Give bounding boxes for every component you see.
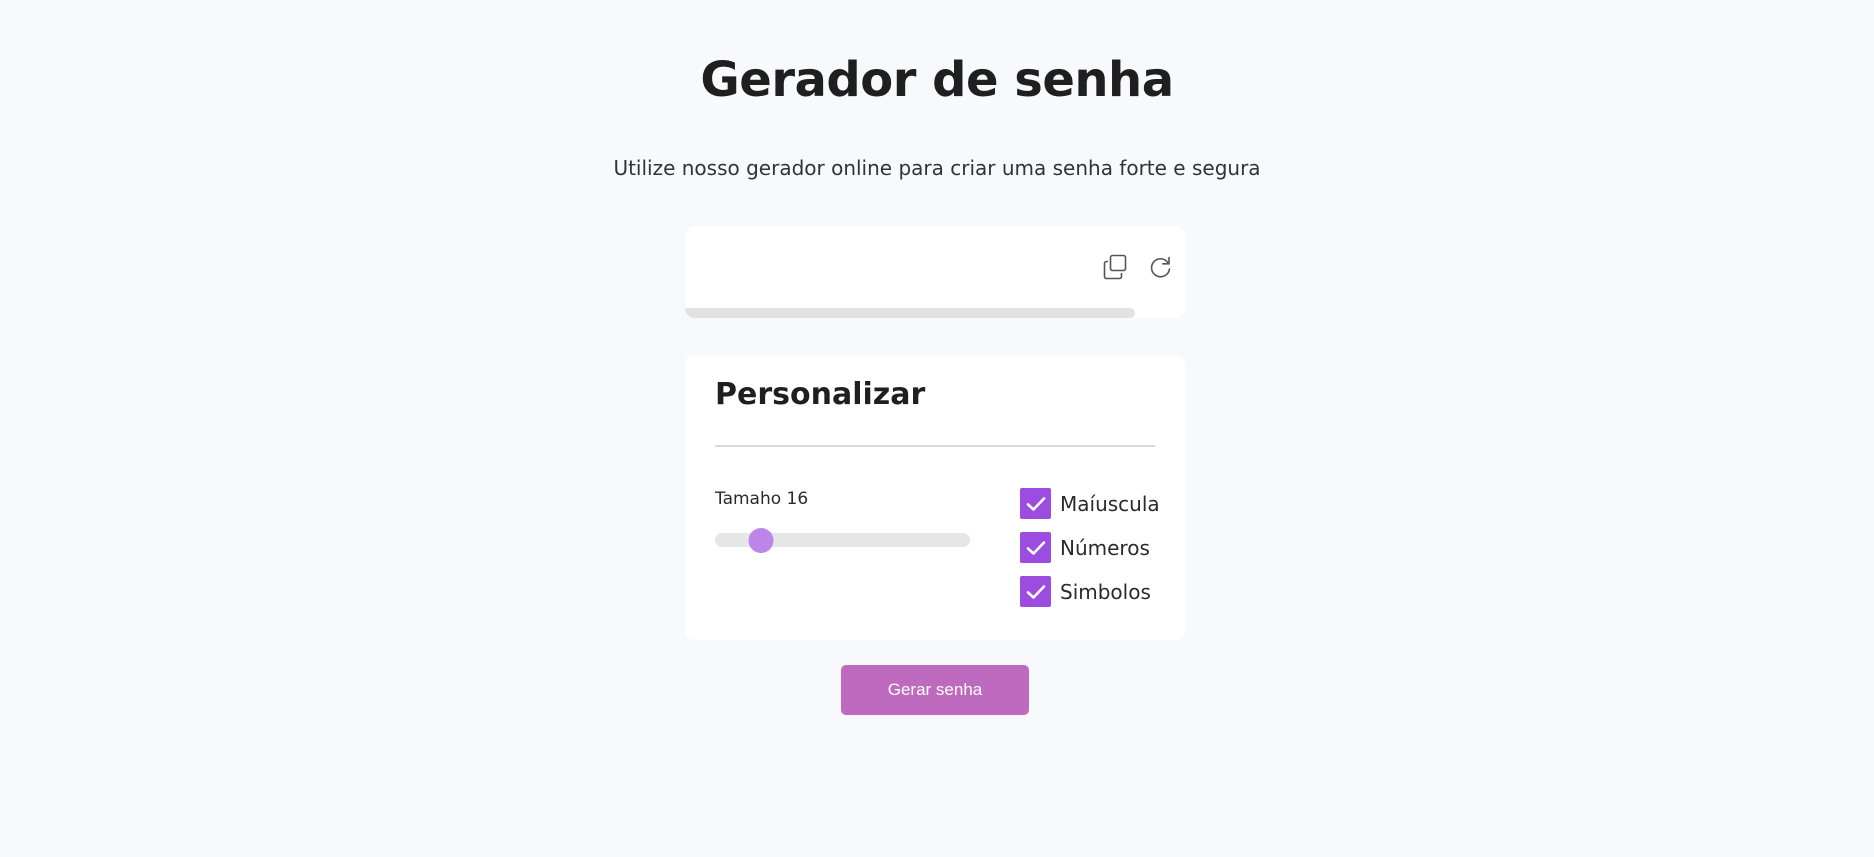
- refresh-button[interactable]: [1146, 252, 1176, 284]
- copy-icon: [1102, 254, 1130, 284]
- option-label: Simbolos: [1060, 579, 1151, 604]
- option-label: Maíuscula: [1060, 491, 1160, 516]
- symbols-checkbox[interactable]: [1020, 576, 1051, 607]
- options-list: Maíuscula Números Simbolos: [1020, 488, 1160, 620]
- page-subtitle: Utilize nosso gerador online para criar …: [613, 156, 1261, 180]
- length-slider[interactable]: [715, 528, 970, 553]
- check-icon: [1026, 540, 1045, 555]
- uppercase-checkbox[interactable]: [1020, 488, 1051, 519]
- generate-password-button[interactable]: Gerar senha: [841, 665, 1029, 715]
- length-label: Tamaho 16: [715, 489, 809, 509]
- option-label: Números: [1060, 535, 1150, 560]
- option-symbols[interactable]: Simbolos: [1020, 576, 1160, 607]
- customize-card: Personalizar Tamaho 16 Maíuscula Números: [685, 355, 1185, 640]
- check-icon: [1026, 584, 1045, 599]
- password-output[interactable]: [701, 246, 1081, 286]
- numbers-checkbox[interactable]: [1020, 532, 1051, 563]
- option-uppercase[interactable]: Maíuscula: [1020, 488, 1160, 519]
- copy-button[interactable]: [1101, 252, 1131, 284]
- refresh-icon: [1148, 256, 1174, 283]
- option-numbers[interactable]: Números: [1020, 532, 1160, 563]
- length-slider-thumb[interactable]: [748, 528, 774, 553]
- divider: [715, 445, 1155, 447]
- page-title: Gerador de senha: [700, 52, 1174, 108]
- check-icon: [1026, 496, 1045, 511]
- password-strength-bar: [685, 308, 1135, 318]
- customize-title: Personalizar: [715, 377, 926, 412]
